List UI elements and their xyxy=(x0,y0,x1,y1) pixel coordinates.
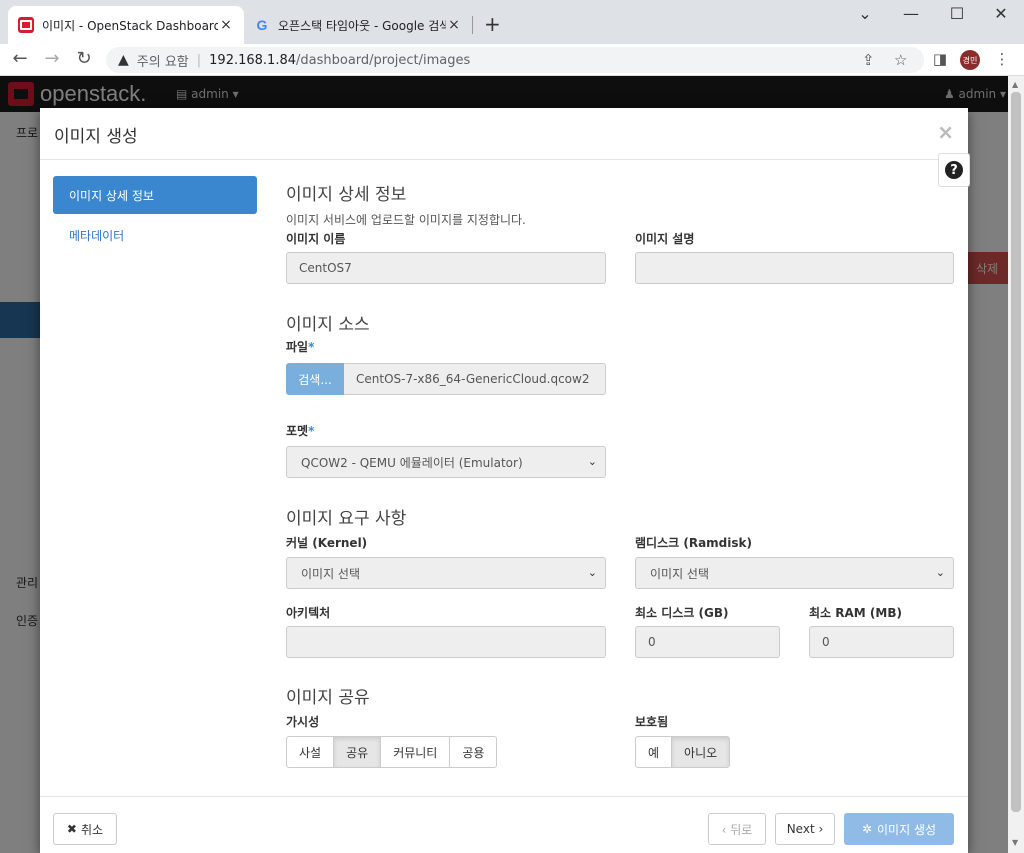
sharing-section-title: 이미지 공유 xyxy=(286,688,370,708)
tab-divider xyxy=(472,16,473,34)
required-asterisk: * xyxy=(308,340,315,354)
menu-kebab-icon[interactable]: ⋮ xyxy=(990,50,1014,68)
url-host: 192.168.1.84 xyxy=(209,52,296,68)
tab-google-search[interactable]: G 오픈스택 타임아웃 - Google 검색 × xyxy=(244,6,472,44)
tab-close-icon[interactable]: × xyxy=(446,17,462,33)
ramdisk-select[interactable]: 이미지 선택 ⌄ xyxy=(635,557,954,589)
protected-option-yes[interactable]: 예 xyxy=(635,736,673,768)
browser-tab-bar: 이미지 - OpenStack Dashboard × G 오픈스택 타임아웃 … xyxy=(0,0,1024,44)
min-disk-label: 최소 디스크 (GB) xyxy=(635,606,729,620)
selected-file-name: CentOS-7-x86_64-GenericCloud.qcow2 xyxy=(344,363,606,395)
close-icon: ✖ xyxy=(66,822,77,836)
chevron-down-icon: ⌄ xyxy=(587,455,597,468)
reload-icon[interactable]: ↻ xyxy=(72,48,96,69)
modal-title: 이미지 생성 xyxy=(54,127,138,147)
scroll-down-icon[interactable]: ▼ xyxy=(1012,838,1018,847)
browse-button[interactable]: 검색... xyxy=(286,363,344,395)
tab-search-button[interactable]: ⌄ xyxy=(842,4,888,23)
share-icon[interactable]: ⇪ xyxy=(862,51,875,69)
address-toolbar: ← → ↻ ▲ 주의 요함 | 192.168.1.84 /dashboard/… xyxy=(0,44,1024,76)
tab-close-icon[interactable]: × xyxy=(218,17,234,33)
minimize-button[interactable]: — xyxy=(888,4,934,23)
min-ram-label: 최소 RAM (MB) xyxy=(809,606,902,620)
source-section-title: 이미지 소스 xyxy=(286,315,370,335)
wizard-nav: 이미지 상세 정보 메타데이터 xyxy=(53,176,257,254)
back-button[interactable]: ‹ 뒤로 xyxy=(708,813,766,845)
scroll-thumb[interactable] xyxy=(1011,92,1021,812)
cancel-label: 취소 xyxy=(80,822,104,837)
image-description-label: 이미지 설명 xyxy=(635,232,695,246)
openstack-favicon-icon xyxy=(18,17,34,33)
chevron-down-icon: ⌄ xyxy=(935,566,945,579)
window-close-button[interactable]: ✕ xyxy=(978,4,1024,23)
question-icon: ? xyxy=(945,161,963,179)
wizard-step-metadata[interactable]: 메타데이터 xyxy=(53,216,257,254)
tab-openstack[interactable]: 이미지 - OpenStack Dashboard × xyxy=(8,6,244,44)
format-label-text: 포멧 xyxy=(286,424,309,438)
tab-title: 이미지 - OpenStack Dashboard xyxy=(42,18,218,33)
min-disk-input[interactable]: 0 xyxy=(635,626,780,658)
spinner-icon: ✲ xyxy=(861,822,873,836)
visibility-option-public[interactable]: 공용 xyxy=(449,736,498,768)
required-asterisk: * xyxy=(308,424,315,438)
file-chooser: 검색... CentOS-7-x86_64-GenericCloud.qcow2 xyxy=(286,363,606,395)
architecture-input[interactable] xyxy=(286,626,606,658)
modal-close-icon[interactable]: × xyxy=(937,120,954,144)
wizard-step-details[interactable]: 이미지 상세 정보 xyxy=(53,176,257,214)
page-scrollbar[interactable]: ▲ ▼ xyxy=(1008,76,1024,853)
visibility-option-community[interactable]: 커뮤니티 xyxy=(380,736,451,768)
url-field[interactable]: ▲ 주의 요함 | 192.168.1.84 /dashboard/projec… xyxy=(106,47,924,73)
image-name-label: 이미지 이름 xyxy=(286,232,346,246)
format-selected-value: QCOW2 - QEMU 에뮬레이터 (Emulator) xyxy=(301,455,523,470)
warning-triangle-icon: ▲ xyxy=(118,52,129,68)
format-label: 포멧* xyxy=(286,422,314,439)
kernel-selected-value: 이미지 선택 xyxy=(301,566,361,581)
help-button[interactable]: ? xyxy=(938,153,970,187)
back-arrow-icon[interactable]: ← xyxy=(8,48,32,69)
url-path: /dashboard/project/images xyxy=(296,52,471,68)
chevron-down-icon: ⌄ xyxy=(587,566,597,579)
scroll-up-icon[interactable]: ▲ xyxy=(1012,80,1018,89)
forward-arrow-icon[interactable]: → xyxy=(40,48,64,69)
protected-option-no[interactable]: 아니오 xyxy=(671,736,731,768)
kernel-label: 커널 (Kernel) xyxy=(286,536,368,550)
bookmark-star-icon[interactable]: ☆ xyxy=(894,51,907,69)
protected-label: 보호됨 xyxy=(635,715,669,729)
protected-button-group: 예 아니오 xyxy=(635,736,731,768)
create-image-button[interactable]: ✲ 이미지 생성 xyxy=(844,813,954,845)
next-button[interactable]: Next › xyxy=(775,813,835,845)
min-ram-input[interactable]: 0 xyxy=(809,626,954,658)
new-tab-button[interactable]: + xyxy=(484,12,501,36)
image-description-input[interactable] xyxy=(635,252,954,284)
create-image-modal: 이미지 생성 × ? 이미지 상세 정보 메타데이터 이미지 상세 정보 이미지… xyxy=(40,108,970,853)
format-select[interactable]: QCOW2 - QEMU 에뮬레이터 (Emulator) ⌄ xyxy=(286,446,606,478)
visibility-button-group: 사설 공유 커뮤니티 공용 xyxy=(286,736,498,768)
tab-title: 오픈스택 타임아웃 - Google 검색 xyxy=(278,18,446,33)
requirements-section-title: 이미지 요구 사항 xyxy=(286,509,407,529)
visibility-option-shared[interactable]: 공유 xyxy=(333,736,382,768)
side-panel-icon[interactable]: ◨ xyxy=(928,50,952,68)
modal-footer: ✖ 취소 ‹ 뒤로 Next › ✲ 이미지 생성 xyxy=(40,796,968,853)
google-favicon-icon: G xyxy=(256,17,268,33)
cancel-button[interactable]: ✖ 취소 xyxy=(53,813,117,845)
visibility-option-private[interactable]: 사설 xyxy=(286,736,335,768)
details-description: 이미지 서비스에 업로드할 이미지를 지정합니다. xyxy=(286,213,526,227)
url-divider: | xyxy=(196,52,202,68)
ramdisk-selected-value: 이미지 선택 xyxy=(650,566,710,581)
file-label: 파일* xyxy=(286,338,314,355)
security-warning-label[interactable]: 주의 요함 xyxy=(137,51,189,70)
modal-header: 이미지 생성 × xyxy=(40,108,968,160)
profile-avatar[interactable]: 경민 xyxy=(960,50,980,70)
file-label-text: 파일 xyxy=(286,340,309,354)
ramdisk-label: 램디스크 (Ramdisk) xyxy=(635,536,752,550)
image-name-input[interactable]: CentOS7 xyxy=(286,252,606,284)
kernel-select[interactable]: 이미지 선택 ⌄ xyxy=(286,557,606,589)
visibility-label: 가시성 xyxy=(286,715,320,729)
create-image-label: 이미지 생성 xyxy=(877,822,937,837)
details-section-title: 이미지 상세 정보 xyxy=(286,185,407,205)
architecture-label: 아키텍처 xyxy=(286,606,331,620)
maximize-button[interactable]: ☐ xyxy=(934,4,980,23)
